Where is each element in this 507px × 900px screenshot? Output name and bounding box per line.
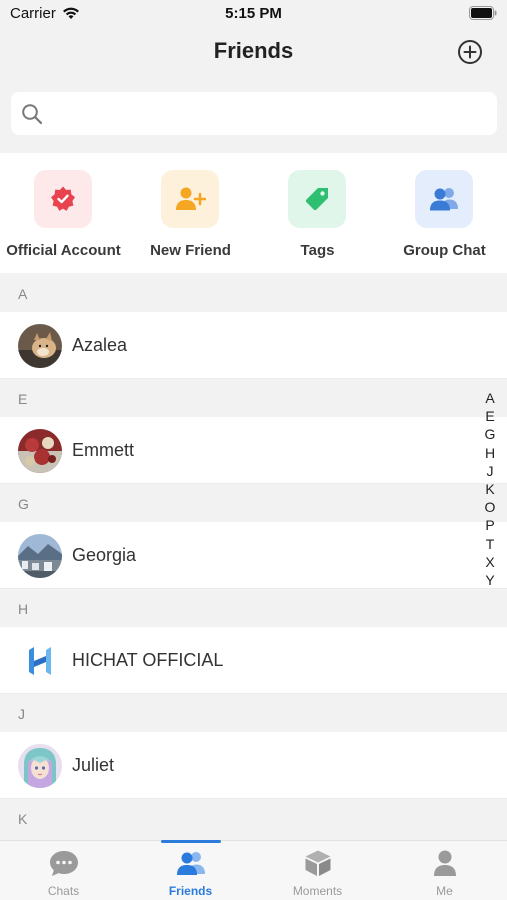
- group-icon: [430, 188, 458, 211]
- avatar: [18, 534, 62, 578]
- anime-girl-avatar: [18, 744, 62, 788]
- contact-row-juliet[interactable]: Juliet: [0, 732, 507, 799]
- tab-friends-label: Friends: [168, 884, 213, 898]
- hichat-logo-icon: [18, 639, 62, 683]
- new-friend-button[interactable]: New Friend: [127, 153, 254, 273]
- contact-name: Georgia: [72, 545, 137, 565]
- search-input[interactable]: [53, 98, 483, 129]
- quick-actions: Official Account New Friend Tags Group C…: [0, 153, 507, 273]
- tab-chats-label: Chats: [47, 884, 80, 898]
- status-bar: Carrier 5:15 PM: [0, 0, 507, 30]
- section-header-e: E: [0, 379, 507, 417]
- index-letter-a[interactable]: A: [483, 389, 497, 407]
- dog-photo-avatar: [18, 324, 62, 368]
- tag-icon: [305, 188, 328, 211]
- tab-moments[interactable]: Moments: [254, 841, 381, 900]
- official-account-label: Official Account: [6, 242, 121, 259]
- contact-row-emmett[interactable]: Emmett: [0, 417, 507, 484]
- header: Friends: [0, 30, 507, 78]
- contact-list: A Azalea E Emmett G Georgia H HICHAT OFF…: [0, 274, 507, 837]
- search-icon: [22, 104, 43, 125]
- index-letter-h[interactable]: H: [483, 444, 497, 462]
- group-chat-label: Group Chat: [403, 242, 486, 259]
- page-title: Friends: [213, 38, 294, 63]
- new-friend-label: New Friend: [150, 242, 231, 259]
- tab-bar: Chats Friends Moments Me: [0, 840, 507, 900]
- tags-button[interactable]: Tags: [254, 153, 381, 273]
- group-chat-icon-tile: [415, 170, 473, 228]
- index-letter-e[interactable]: E: [483, 407, 497, 425]
- person-icon: [434, 850, 456, 876]
- index-letter-g[interactable]: G: [483, 425, 497, 443]
- alphabet-index[interactable]: A E G H J K O P T X Y: [483, 389, 497, 589]
- search-bar[interactable]: [11, 92, 497, 135]
- contact-name: Emmett: [72, 440, 135, 460]
- section-header-j: J: [0, 694, 507, 732]
- contact-name: Juliet: [72, 755, 115, 775]
- avatar: [18, 429, 62, 473]
- friends-icon: [177, 852, 205, 875]
- tab-friends[interactable]: Friends: [127, 840, 254, 900]
- battery-icon: [469, 6, 497, 20]
- index-letter-x[interactable]: X: [483, 553, 497, 571]
- avatar: [18, 324, 62, 368]
- section-header-h: H: [0, 589, 507, 627]
- chat-bubble-icon: [50, 851, 78, 876]
- group-chat-button[interactable]: Group Chat: [381, 153, 507, 273]
- official-account-button[interactable]: Official Account: [0, 153, 127, 273]
- contact-row-hichat-official[interactable]: HICHAT OFFICIAL: [0, 627, 507, 694]
- section-header-a: A: [0, 274, 507, 312]
- index-letter-k[interactable]: K: [483, 480, 497, 498]
- badge-check-icon: [51, 186, 75, 211]
- new-friend-icon-tile: [161, 170, 219, 228]
- add-circle-icon[interactable]: [457, 39, 483, 65]
- contact-row-georgia[interactable]: Georgia: [0, 522, 507, 589]
- index-letter-y[interactable]: Y: [483, 571, 497, 589]
- section-header-k: K: [0, 799, 507, 837]
- tab-me-label: Me: [436, 884, 453, 898]
- tags-label: Tags: [300, 242, 335, 259]
- index-letter-p[interactable]: P: [483, 516, 497, 534]
- official-account-icon-tile: [34, 170, 92, 228]
- index-letter-o[interactable]: O: [483, 498, 497, 516]
- section-header-g: G: [0, 484, 507, 522]
- tab-moments-label: Moments: [292, 884, 343, 898]
- active-tab-indicator: [161, 840, 221, 843]
- add-user-icon: [176, 187, 206, 210]
- index-letter-j[interactable]: J: [483, 462, 497, 480]
- tags-icon-tile: [288, 170, 346, 228]
- contact-name: HICHAT OFFICIAL: [72, 650, 224, 670]
- status-time: 5:15 PM: [225, 5, 282, 22]
- city-photo-avatar: [18, 534, 62, 578]
- tab-me[interactable]: Me: [381, 841, 507, 900]
- avatar: [18, 639, 62, 683]
- xmas-photo-avatar: [18, 429, 62, 473]
- tab-chats[interactable]: Chats: [0, 841, 127, 900]
- index-letter-t[interactable]: T: [483, 535, 497, 553]
- contact-row-azalea[interactable]: Azalea: [0, 312, 507, 379]
- avatar: [18, 744, 62, 788]
- contact-name: Azalea: [72, 335, 128, 355]
- box-icon: [305, 850, 331, 876]
